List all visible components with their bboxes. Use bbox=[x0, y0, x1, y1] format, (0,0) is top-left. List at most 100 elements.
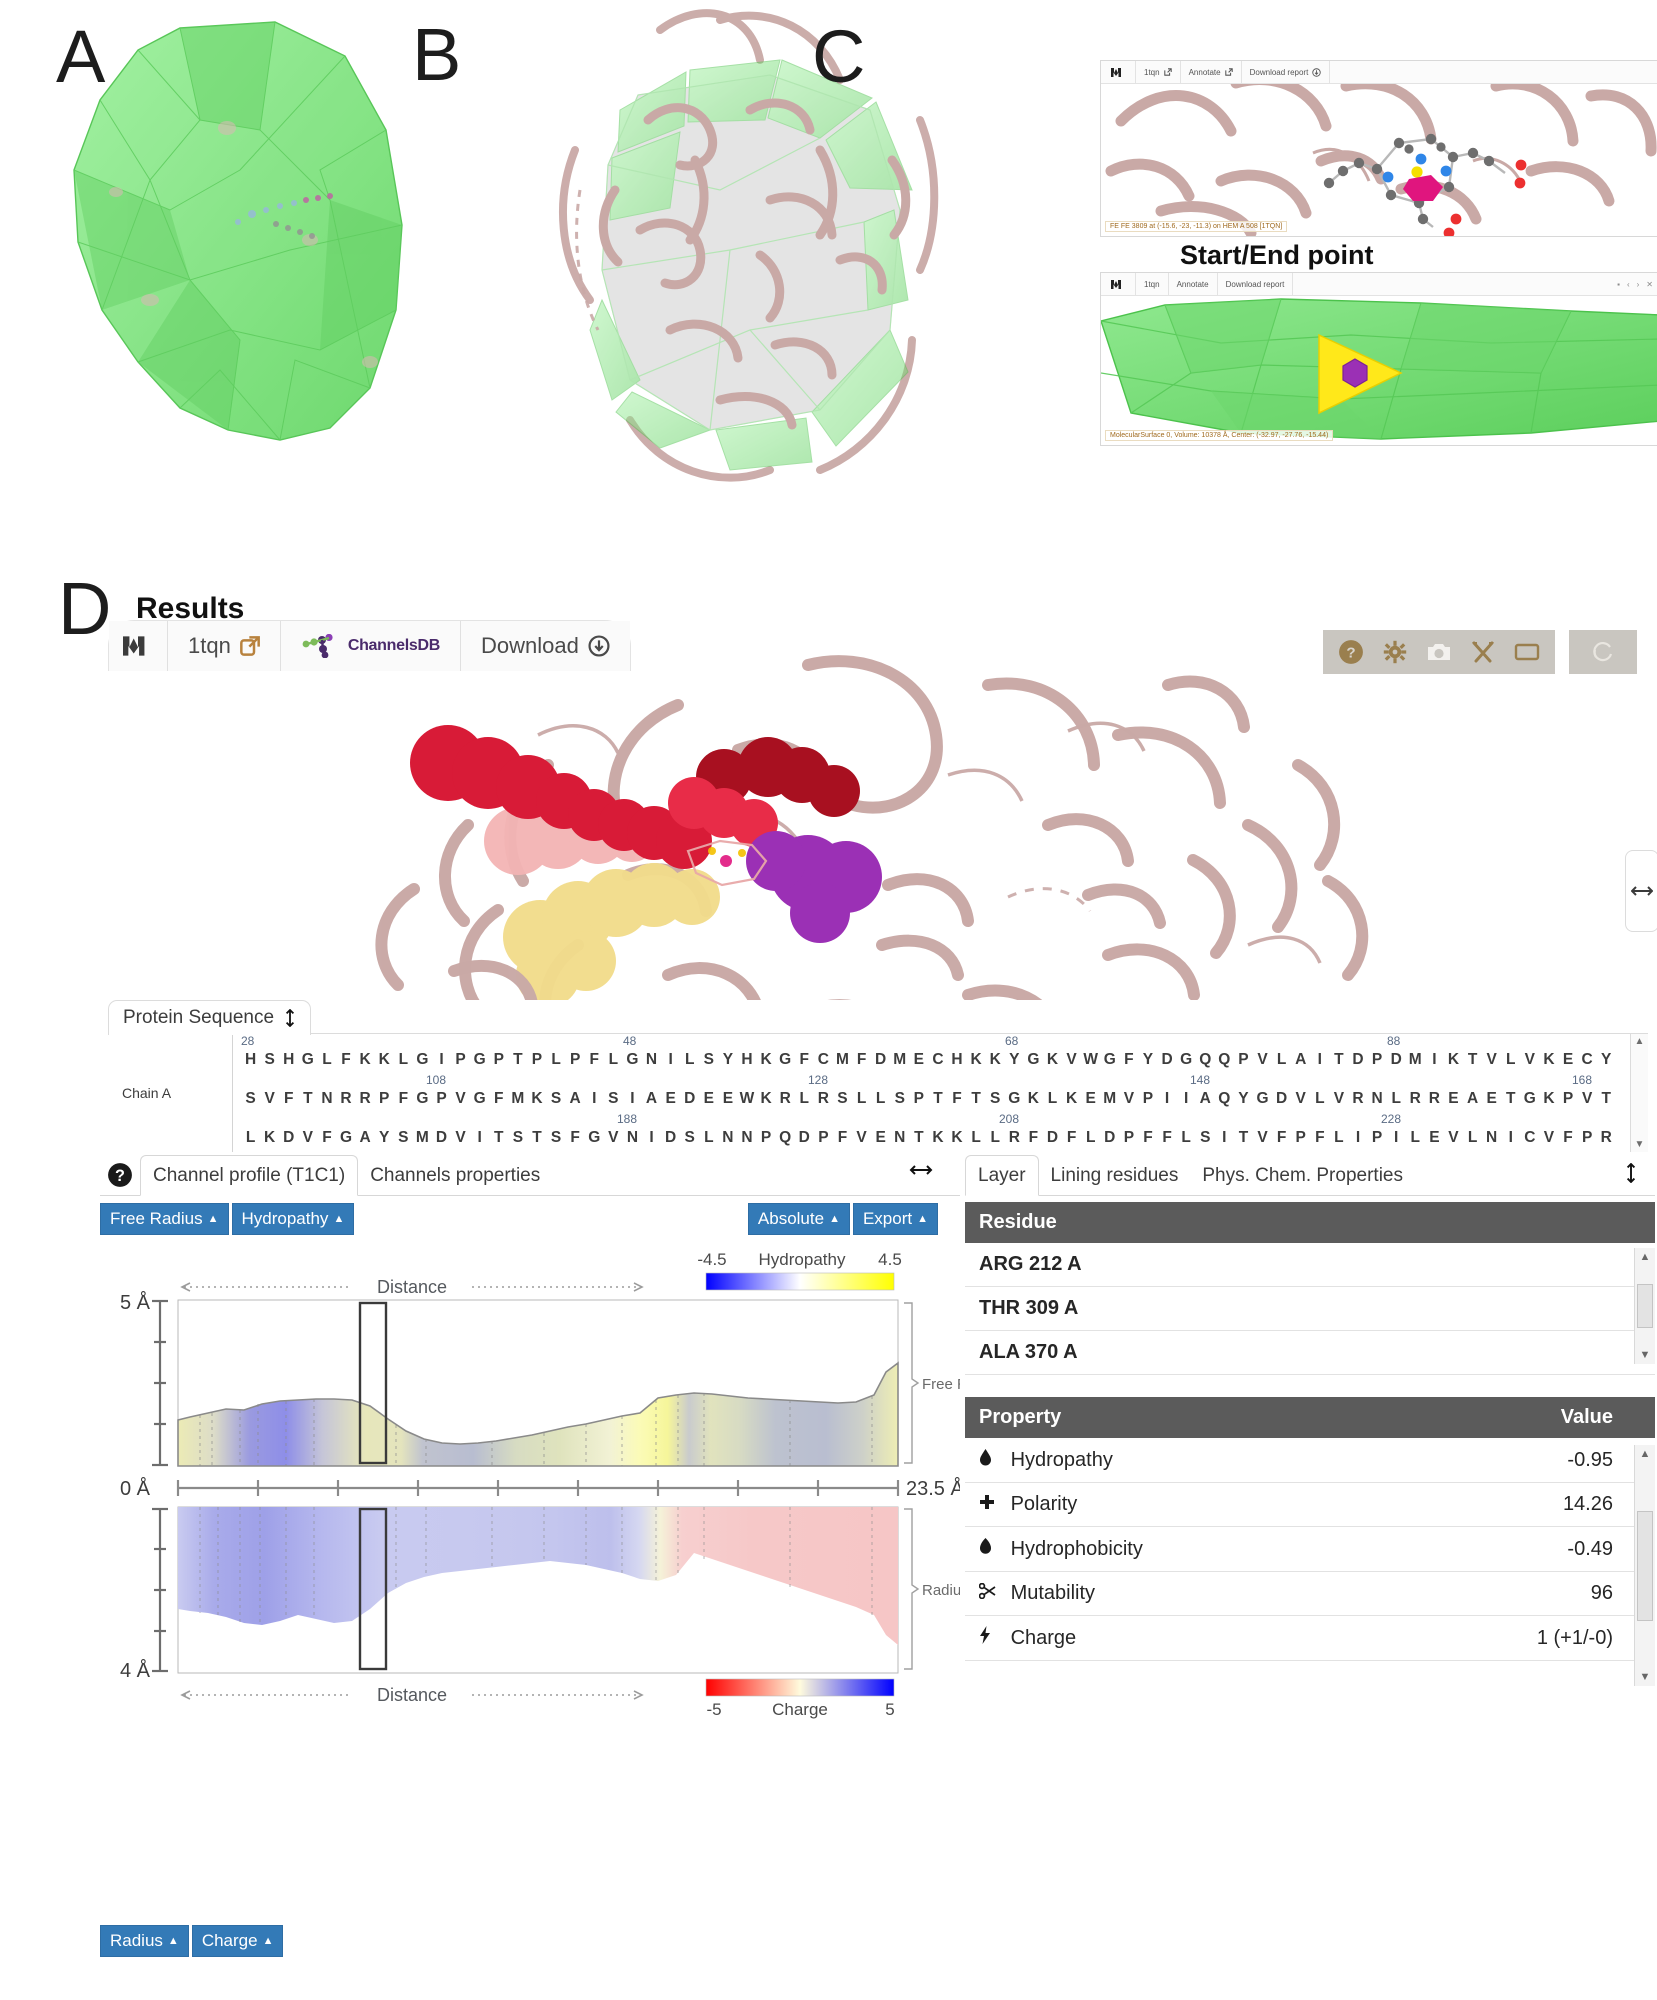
sequence-residue[interactable]: L bbox=[241, 1126, 260, 1150]
sequence-residue[interactable]: T bbox=[298, 1087, 317, 1111]
sequence-residue[interactable]: E bbox=[661, 1087, 680, 1111]
sequence-letters[interactable]: HSHGLFKKLGIPGPTPLPFLGNILSYHKGFCMFDMECHKK… bbox=[241, 1048, 1630, 1072]
sequence-residue[interactable]: K bbox=[375, 1048, 394, 1072]
sequence-residue[interactable]: V bbox=[1253, 1126, 1272, 1150]
chevron-left-icon[interactable]: ‹ bbox=[1627, 280, 1630, 289]
sequence-residue[interactable]: V bbox=[1482, 1048, 1501, 1072]
sequence-residue[interactable]: K bbox=[356, 1048, 375, 1072]
updown-arrow-icon[interactable] bbox=[284, 1009, 296, 1027]
sequence-residue[interactable]: Q bbox=[776, 1126, 795, 1150]
sequence-residue[interactable]: E bbox=[909, 1048, 928, 1072]
sequence-residue[interactable]: T bbox=[1234, 1126, 1253, 1150]
sequence-residue[interactable]: R bbox=[1406, 1087, 1425, 1111]
screen-icon[interactable] bbox=[1505, 634, 1549, 670]
camera-icon[interactable] bbox=[1417, 634, 1461, 670]
sequence-residue[interactable]: D bbox=[1272, 1087, 1291, 1111]
sequence-residue[interactable]: T bbox=[1463, 1048, 1482, 1072]
sequence-residue[interactable]: I bbox=[1348, 1126, 1367, 1150]
square-icon[interactable]: ▪ bbox=[1617, 280, 1620, 289]
sequence-residue[interactable]: A bbox=[642, 1087, 661, 1111]
sequence-residue[interactable]: F bbox=[833, 1126, 852, 1150]
close-icon[interactable]: ✕ bbox=[1646, 280, 1653, 289]
panelc-top-pdb-tab[interactable]: 1tqn bbox=[1136, 61, 1181, 83]
sequence-residue[interactable]: S bbox=[680, 1126, 699, 1150]
sequence-residue[interactable]: C bbox=[1520, 1126, 1539, 1150]
sequence-residue[interactable]: I bbox=[585, 1087, 604, 1111]
sequence-residue[interactable]: N bbox=[623, 1126, 642, 1150]
sequence-residue[interactable]: A bbox=[1291, 1048, 1310, 1072]
sequence-residue[interactable]: P bbox=[1368, 1048, 1387, 1072]
sequence-residue[interactable]: P bbox=[375, 1087, 394, 1111]
sequence-residue[interactable]: G bbox=[623, 1048, 642, 1072]
scroll-down-icon[interactable]: ▼ bbox=[1635, 1139, 1645, 1150]
sequence-residue[interactable]: Q bbox=[1196, 1048, 1215, 1072]
sequence-residue[interactable]: S bbox=[241, 1087, 260, 1111]
scroll-down-icon[interactable]: ▼ bbox=[1640, 1349, 1651, 1361]
sequence-residue[interactable]: E bbox=[1482, 1087, 1501, 1111]
sequence-residue[interactable]: K bbox=[1024, 1087, 1043, 1111]
panelc-top-toolbar[interactable]: 1tqn Annotate Download report bbox=[1101, 61, 1657, 84]
sequence-residue[interactable]: P bbox=[909, 1087, 928, 1111]
sequence-residue[interactable]: P bbox=[1558, 1087, 1577, 1111]
sequence-residue[interactable]: V bbox=[1291, 1087, 1310, 1111]
sequence-letters[interactable]: LKDVFGAYSMDVITSTSFGVNIDSLNNPQDPFVENTKKLL… bbox=[241, 1126, 1630, 1150]
external-link-icon[interactable] bbox=[240, 636, 260, 656]
sequence-residue[interactable]: N bbox=[317, 1087, 336, 1111]
sequence-residue[interactable]: M bbox=[1406, 1048, 1425, 1072]
panelc-top-viewer[interactable]: 1tqn Annotate Download report bbox=[1100, 60, 1657, 237]
sequence-residue[interactable]: P bbox=[1119, 1126, 1138, 1150]
table-row[interactable]: Mutability 96 bbox=[965, 1572, 1655, 1616]
table-row[interactable]: ARG 212 A bbox=[965, 1243, 1655, 1287]
sequence-residue[interactable]: A bbox=[1463, 1087, 1482, 1111]
sequence-residue[interactable]: K bbox=[527, 1087, 546, 1111]
sequence-residue[interactable]: S bbox=[890, 1087, 909, 1111]
sequence-residue[interactable]: C bbox=[1578, 1048, 1597, 1072]
sequence-residue[interactable]: T bbox=[1329, 1048, 1348, 1072]
sequence-residue[interactable]: D bbox=[1043, 1126, 1062, 1150]
sequence-residue[interactable]: K bbox=[1444, 1048, 1463, 1072]
sequence-residue[interactable]: F bbox=[947, 1087, 966, 1111]
sequence-residue[interactable]: S bbox=[1196, 1126, 1215, 1150]
sequence-residue[interactable]: W bbox=[737, 1087, 756, 1111]
tab-phys-chem-properties[interactable]: Phys. Chem. Properties bbox=[1190, 1156, 1415, 1195]
sequence-residue[interactable]: K bbox=[1062, 1087, 1081, 1111]
table-row[interactable]: ALA 370 A bbox=[965, 1331, 1655, 1375]
sequence-residue[interactable]: E bbox=[1081, 1087, 1100, 1111]
sequence-residue[interactable]: F bbox=[394, 1087, 413, 1111]
sequence-residue[interactable]: D bbox=[661, 1126, 680, 1150]
button-radius[interactable]: Radius ▲ bbox=[100, 1925, 189, 1957]
scrollbar-thumb[interactable] bbox=[1637, 1284, 1653, 1328]
sequence-residue[interactable]: N bbox=[642, 1048, 661, 1072]
sequence-residue[interactable]: P bbox=[1138, 1087, 1157, 1111]
sequence-residue[interactable]: P bbox=[757, 1126, 776, 1150]
sequence-residue[interactable]: F bbox=[1138, 1126, 1157, 1150]
viewer-tabbar[interactable]: 1tqn ChannelsDB Downlo bbox=[108, 620, 631, 670]
sequence-residue[interactable]: K bbox=[757, 1048, 776, 1072]
sequence-residue[interactable]: E bbox=[1444, 1087, 1463, 1111]
reset-icon[interactable] bbox=[1581, 634, 1625, 670]
sequence-residue[interactable]: K bbox=[967, 1048, 986, 1072]
sequence-residue[interactable]: A bbox=[566, 1087, 585, 1111]
sequence-residue[interactable]: F bbox=[1119, 1048, 1138, 1072]
tab-channel-profile[interactable]: Channel profile (T1C1) bbox=[140, 1155, 358, 1196]
sequence-residue[interactable]: P bbox=[451, 1048, 470, 1072]
sequence-residue[interactable]: N bbox=[1482, 1126, 1501, 1150]
table-row[interactable]: Hydrophobicity -0.49 bbox=[965, 1527, 1655, 1572]
sequence-residue[interactable]: F bbox=[795, 1048, 814, 1072]
property-table-scrollbar[interactable]: ▲ ▼ bbox=[1634, 1445, 1655, 1686]
sequence-residue[interactable]: N bbox=[737, 1126, 756, 1150]
sequence-residue[interactable]: S bbox=[833, 1087, 852, 1111]
layer-tabbar[interactable]: Layer Lining residues Phys. Chem. Proper… bbox=[965, 1155, 1655, 1196]
sequence-residue[interactable]: T bbox=[967, 1087, 986, 1111]
sequence-residue[interactable]: G bbox=[1100, 1048, 1119, 1072]
sequence-residue[interactable]: T bbox=[928, 1087, 947, 1111]
sequence-residue[interactable]: S bbox=[394, 1126, 413, 1150]
sequence-residue[interactable]: V bbox=[1062, 1048, 1081, 1072]
sequence-residue[interactable]: Q bbox=[1215, 1048, 1234, 1072]
panelc-bottom-download-tab[interactable]: Download report bbox=[1218, 273, 1294, 295]
sequence-residue[interactable]: L bbox=[1463, 1126, 1482, 1150]
table-row[interactable]: Polarity 14.26 bbox=[965, 1483, 1655, 1527]
sequence-residue[interactable]: V bbox=[1119, 1087, 1138, 1111]
sequence-residue[interactable]: F bbox=[1158, 1126, 1177, 1150]
sequence-residue[interactable]: L bbox=[1387, 1087, 1406, 1111]
